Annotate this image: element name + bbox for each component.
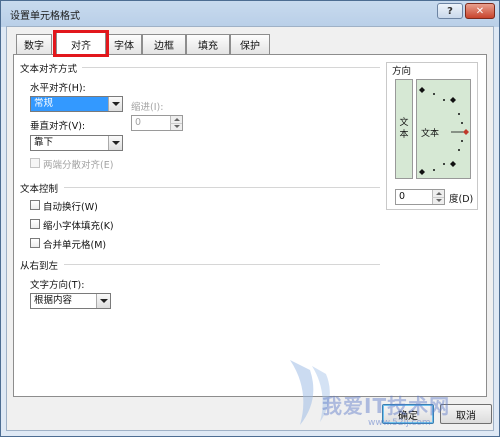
vertical-align-select[interactable]: 靠下 — [30, 135, 123, 151]
dial-dot — [433, 169, 435, 171]
horizontal-align-label: 水平对齐(H): — [30, 83, 86, 94]
horizontal-align-select[interactable]: 常规 — [30, 96, 123, 112]
dial-mark-lower — [450, 161, 456, 167]
dial-text: 文本 — [421, 129, 440, 139]
justify-distributed-label: 两端分散对齐(E) — [43, 160, 114, 171]
degree-label: 度(D) — [449, 194, 474, 205]
indent-value: 0 — [135, 117, 142, 128]
indent-label: 缩进(I): — [131, 102, 164, 113]
dial-dot — [461, 140, 463, 142]
cancel-button-label: 取消 — [456, 410, 476, 422]
panel-content: 文本对齐方式 水平对齐(H): 常规 缩进(I): 0 垂直对齐(V): 靠下 … — [0, 0, 500, 437]
section-right-to-left: 从右到左 — [20, 261, 59, 272]
text-direction-value: 根据内容 — [34, 295, 73, 306]
text-direction-label: 文字方向(T): — [30, 280, 85, 291]
ok-button-label: 确定 — [398, 410, 418, 422]
dial-dot — [443, 163, 445, 165]
wrap-text-checkbox[interactable] — [30, 200, 40, 210]
merge-cells-label: 合并单元格(M) — [43, 240, 107, 251]
shrink-to-fit-label: 缩小字体填充(K) — [43, 221, 114, 232]
dial-dot — [433, 93, 435, 95]
spin-up-icon[interactable] — [432, 190, 444, 197]
separator — [64, 187, 380, 188]
dial-pointer — [463, 129, 469, 135]
vertical-align-label: 垂直对齐(V): — [30, 121, 86, 132]
section-text-control: 文本控制 — [20, 184, 59, 195]
spin-down-icon[interactable] — [432, 197, 444, 204]
dial-dot — [461, 122, 463, 124]
orientation-dial[interactable]: 文本 — [416, 79, 471, 179]
degree-stepper[interactable]: 0 — [395, 189, 445, 205]
section-text-alignment: 文本对齐方式 — [20, 64, 78, 75]
chevron-down-icon — [96, 294, 110, 308]
spin-down-icon[interactable] — [170, 123, 182, 130]
degree-value: 0 — [399, 191, 406, 202]
indent-stepper[interactable]: 0 — [131, 115, 183, 131]
chevron-down-icon — [108, 136, 122, 150]
cancel-button[interactable]: 取消 — [440, 404, 492, 424]
separator — [82, 67, 380, 68]
spin-up-icon[interactable] — [170, 116, 182, 123]
orientation-title: 方向 — [390, 63, 414, 77]
dial-mark-upper — [450, 97, 456, 103]
chevron-down-icon — [108, 97, 122, 111]
vertical-text-char: 文 — [399, 118, 409, 128]
dial-dot — [458, 149, 460, 151]
dial-mark-bottom — [419, 169, 425, 175]
vertical-text-char: 本 — [399, 130, 409, 140]
justify-distributed-checkbox[interactable] — [30, 158, 40, 168]
horizontal-align-value: 常规 — [31, 97, 108, 111]
wrap-text-label: 自动换行(W) — [43, 202, 98, 213]
dial-mark-top — [419, 87, 425, 93]
vertical-align-value: 靠下 — [34, 137, 54, 148]
dial-dot — [458, 113, 460, 115]
ok-button[interactable]: 确定 — [382, 404, 434, 424]
text-direction-select[interactable]: 根据内容 — [30, 293, 111, 309]
highlight-annotation — [53, 30, 109, 57]
shrink-to-fit-checkbox[interactable] — [30, 219, 40, 229]
vertical-text-toggle[interactable]: 文 本 — [395, 79, 413, 179]
dial-dot — [443, 99, 445, 101]
separator — [64, 264, 380, 265]
merge-cells-checkbox[interactable] — [30, 238, 40, 248]
